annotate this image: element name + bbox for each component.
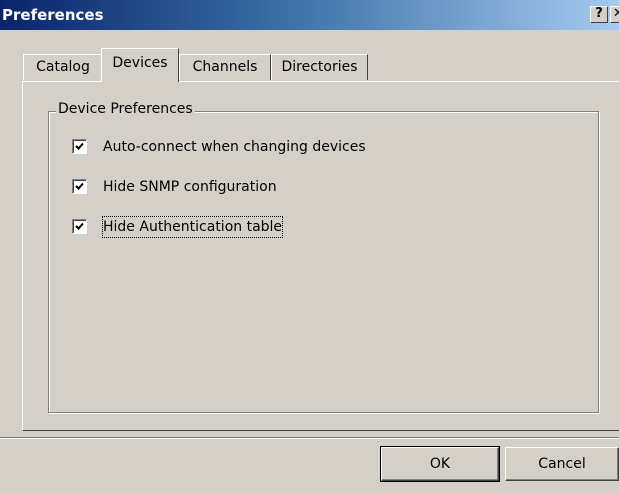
tab-catalog[interactable]: Catalog (23, 54, 103, 80)
auto-connect-checkbox[interactable] (72, 139, 87, 154)
close-button[interactable]: ✕ (610, 6, 619, 23)
checkmark-icon (75, 182, 84, 190)
cancel-button[interactable]: Cancel (505, 447, 619, 481)
checkmark-icon (75, 142, 84, 150)
checkmark-icon (75, 222, 84, 230)
auto-connect-label: Auto-connect when changing devices (103, 139, 366, 155)
tab-directories[interactable]: Directories (271, 54, 368, 80)
hide-snmp-label: Hide SNMP configuration (103, 179, 277, 195)
group-title: Device Preferences (56, 101, 195, 117)
tab-channels[interactable]: Channels (179, 54, 271, 80)
footer-divider (0, 437, 619, 439)
help-button[interactable]: ? (590, 6, 608, 23)
hide-authentication-checkbox[interactable] (72, 219, 87, 234)
title-bar[interactable]: Preferences ? ✕ (0, 0, 619, 30)
window-title: Preferences (2, 6, 104, 24)
ok-button[interactable]: OK (380, 446, 500, 482)
tab-devices[interactable]: Devices (101, 48, 179, 82)
hide-snmp-checkbox[interactable] (72, 179, 87, 194)
hide-authentication-label: Hide Authentication table (101, 216, 284, 238)
